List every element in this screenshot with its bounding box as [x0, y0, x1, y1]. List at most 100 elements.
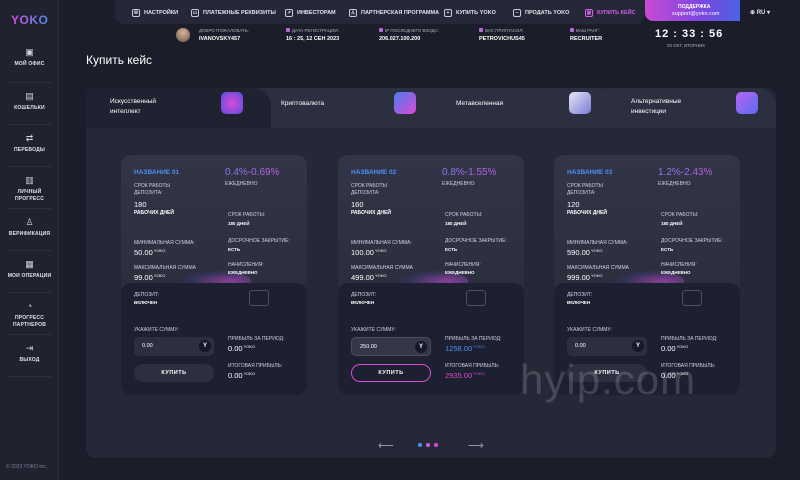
case-name: НАЗВАНИЕ 01: [134, 169, 180, 176]
term2-label: СРОК РАБОТЫ:: [228, 212, 266, 218]
sidebar-item-progress[interactable]: ▥ ЛИЧНЫЙ ПРОГРЕСС: [0, 175, 59, 215]
min-value: 100.00YOKO: [351, 248, 387, 257]
alternative-illustration: [736, 92, 758, 114]
amount-input[interactable]: 250.00 Y: [351, 337, 431, 356]
calendar-icon: [286, 28, 290, 32]
max-label: МАКСИМАЛЬНАЯ СУММА: [351, 265, 413, 271]
max-value: 99.00YOKO: [134, 273, 166, 282]
pager-dot[interactable]: [426, 443, 430, 447]
clock-time: 12 : 33 : 56: [655, 28, 724, 40]
buy-button[interactable]: КУПИТЬ: [351, 364, 431, 382]
total-label: ИТОГОВАЯ ПРИБЫЛЬ:: [445, 363, 500, 369]
gear-icon: ⚙: [132, 9, 140, 17]
rank-info: ВАШ РАНГ: RECRUITER: [570, 28, 603, 42]
accrual-value: ЕЖЕДНЕВНО: [445, 270, 475, 275]
watermark: hyip.com: [520, 356, 697, 403]
prev-arrow-icon[interactable]: ⟵: [378, 439, 394, 452]
divider: [8, 124, 51, 125]
nav-settings[interactable]: ⚙ НАСТРОЙКИ: [132, 8, 178, 18]
location-icon: [379, 28, 383, 32]
logout-icon: ⇥: [25, 343, 34, 353]
min-label: МИНИМАЛЬНАЯ СУММА:: [134, 240, 195, 246]
logo: YOKO: [11, 13, 49, 27]
case-frequency: ЕЖЕДНЕВНО: [442, 181, 475, 187]
next-arrow-icon[interactable]: ⟶: [468, 439, 484, 452]
pager-dot[interactable]: [434, 443, 438, 447]
early-close-label: ДОСРОЧНОЕ ЗАКРЫТИЕ:: [661, 238, 723, 244]
top-nav: ⚙ НАСТРОЙКИ ▭ ПЛАТЕЖНЫЕ РЕКВИЗИТЫ ↗ ИНВЕСТО…: [115, 0, 645, 24]
globe-icon: ⊕: [750, 10, 757, 16]
plus-icon: +: [444, 9, 452, 17]
term2-label: СРОК РАБОТЫ:: [445, 212, 483, 218]
ip-info: IP ПОСЛЕДНЕГО ВХОДА: 206.027.100.200: [379, 28, 439, 42]
tab-metaverse[interactable]: Метавселенная: [431, 88, 616, 128]
max-value: 499.00YOKO: [351, 273, 387, 282]
case-frequency: ЕЖЕДНЕВНО: [658, 181, 691, 187]
total-label: ИТОГОВАЯ ПРИБЫЛЬ:: [228, 363, 283, 369]
pager-dot[interactable]: [418, 443, 422, 447]
support-email[interactable]: support@yoko.com: [672, 11, 719, 17]
total-value: 0.00YOKO: [228, 371, 256, 380]
avatar[interactable]: [176, 28, 190, 42]
nav-payment-details[interactable]: ▭ ПЛАТЕЖНЫЕ РЕКВИЗИТЫ: [191, 8, 276, 18]
accrual-label: НАЧИСЛЕНИЯ:: [661, 262, 697, 268]
sidebar-item-logout[interactable]: ⇥ ВЫХОД: [0, 343, 59, 383]
accrual-value: ЕЖЕДНЕВНО: [661, 270, 691, 275]
sum-label: УКАЖИТЕ СУММУ:: [134, 327, 179, 333]
divider: [8, 82, 51, 83]
nav-partner-program[interactable]: ♙ ПАРТНЕРСКАЯ ПРОГРАММА: [349, 8, 439, 18]
sidebar-item-operations[interactable]: ▦ МОИ ОПЕРАЦИИ: [0, 259, 59, 299]
max-value: 999.00YOKO: [567, 273, 603, 282]
term-label: СРОК РАБОТЫ ДЕПОЗИТА:: [134, 183, 170, 196]
case-name: НАЗВАНИЕ 03: [567, 169, 613, 176]
sidebar-item-office[interactable]: ▣ МОЙ ОФИС: [0, 47, 59, 87]
user-info-bar: ДОБРО ПОЖАЛОВАТЬ, IVANOVSKY457 ДАТА РЕГИС…: [170, 24, 645, 50]
sidebar-item-label: ВЕРИФИКАЦИЯ: [8, 231, 51, 237]
nav-buy-case[interactable]: ▣ КУПИТЬ КЕЙС: [585, 8, 636, 18]
term2-value: 180 ДНЕЙ: [228, 221, 250, 226]
people-icon: ♙: [349, 9, 357, 17]
sidebar-item-wallets[interactable]: ▤ КОШЕЛЬКИ: [0, 91, 59, 131]
sidebar-item-label: МОИ ОПЕРАЦИИ: [7, 273, 52, 279]
early-close-value: ЕСТЬ: [228, 247, 241, 252]
sum-label: УКАЖИТЕ СУММУ:: [567, 327, 612, 333]
deposit-value: ВКЛЮЧЕН: [351, 300, 375, 305]
support-title: ПОДДЕРЖКА: [678, 4, 711, 10]
brain-illustration: [221, 92, 243, 114]
tab-alternative[interactable]: Альтернативные инвестиции: [601, 88, 776, 128]
rank-icon: [570, 28, 574, 32]
language-selector[interactable]: ⊕ RU ▾: [750, 9, 770, 16]
chevron-down-icon: ▾: [765, 10, 771, 16]
minus-icon: −: [513, 9, 521, 17]
sidebar-item-verification[interactable]: ♙ ВЕРИФИКАЦИЯ: [0, 217, 59, 257]
divider: [8, 250, 51, 251]
early-close-label: ДОСРОЧНОЕ ЗАКРЫТИЕ:: [228, 238, 290, 244]
progress-icon: ▥: [25, 175, 34, 185]
term2-value: 180 ДНЕЙ: [445, 221, 467, 226]
sidebar-item-transfers[interactable]: ⇄ ПЕРЕВОДЫ: [0, 133, 59, 173]
tab-ai[interactable]: Искусственный интеллект: [86, 88, 271, 128]
sidebar-item-label: ЛИЧНЫЙ ПРОГРЕСС: [14, 189, 45, 202]
nav-buy-yoko[interactable]: + КУПИТЬ YOKO: [444, 8, 496, 18]
sidebar-item-partners-progress[interactable]: ◔ ПРОГРЕСС ПАРТНЕРОВ: [0, 301, 59, 341]
amount-input[interactable]: 0.00 Y: [134, 337, 214, 356]
divider: [8, 208, 51, 209]
sidebar-item-label: ПРОГРЕСС ПАРТНЕРОВ: [12, 315, 47, 328]
coins-illustration: [394, 92, 416, 114]
category-tabs: Альтернативные инвестиции Метавселенная …: [86, 88, 776, 128]
min-value: 50.00YOKO: [134, 248, 166, 257]
nav-sell-yoko[interactable]: − ПРОДАТЬ YOKO: [513, 8, 569, 18]
case-card-2: НАЗВАНИЕ 02 0.8%-1.55% ЕЖЕДНЕВНО СРОК РА…: [338, 155, 524, 395]
wallet-icon: ▤: [25, 91, 34, 101]
profit-label: ПРИБЫЛЬ ЗА ПЕРИОД:: [661, 336, 718, 342]
nav-investors[interactable]: ↗ ИНВЕСТОРАМ: [285, 8, 336, 18]
term2-label: СРОК РАБОТЫ:: [661, 212, 699, 218]
clock-date: 03 ОКТ, ВТОРНИК: [667, 43, 705, 48]
case-frequency: ЕЖЕДНЕВНО: [225, 181, 258, 187]
yoko-token-icon: Y: [415, 341, 427, 353]
tab-crypto[interactable]: Криптовалюта: [256, 88, 446, 128]
vr-headset-illustration: [569, 92, 591, 114]
amount-input[interactable]: 0.00 Y: [567, 337, 647, 356]
support-block[interactable]: ПОДДЕРЖКА support@yoko.com: [645, 0, 740, 21]
buy-button[interactable]: КУПИТЬ: [134, 364, 214, 382]
